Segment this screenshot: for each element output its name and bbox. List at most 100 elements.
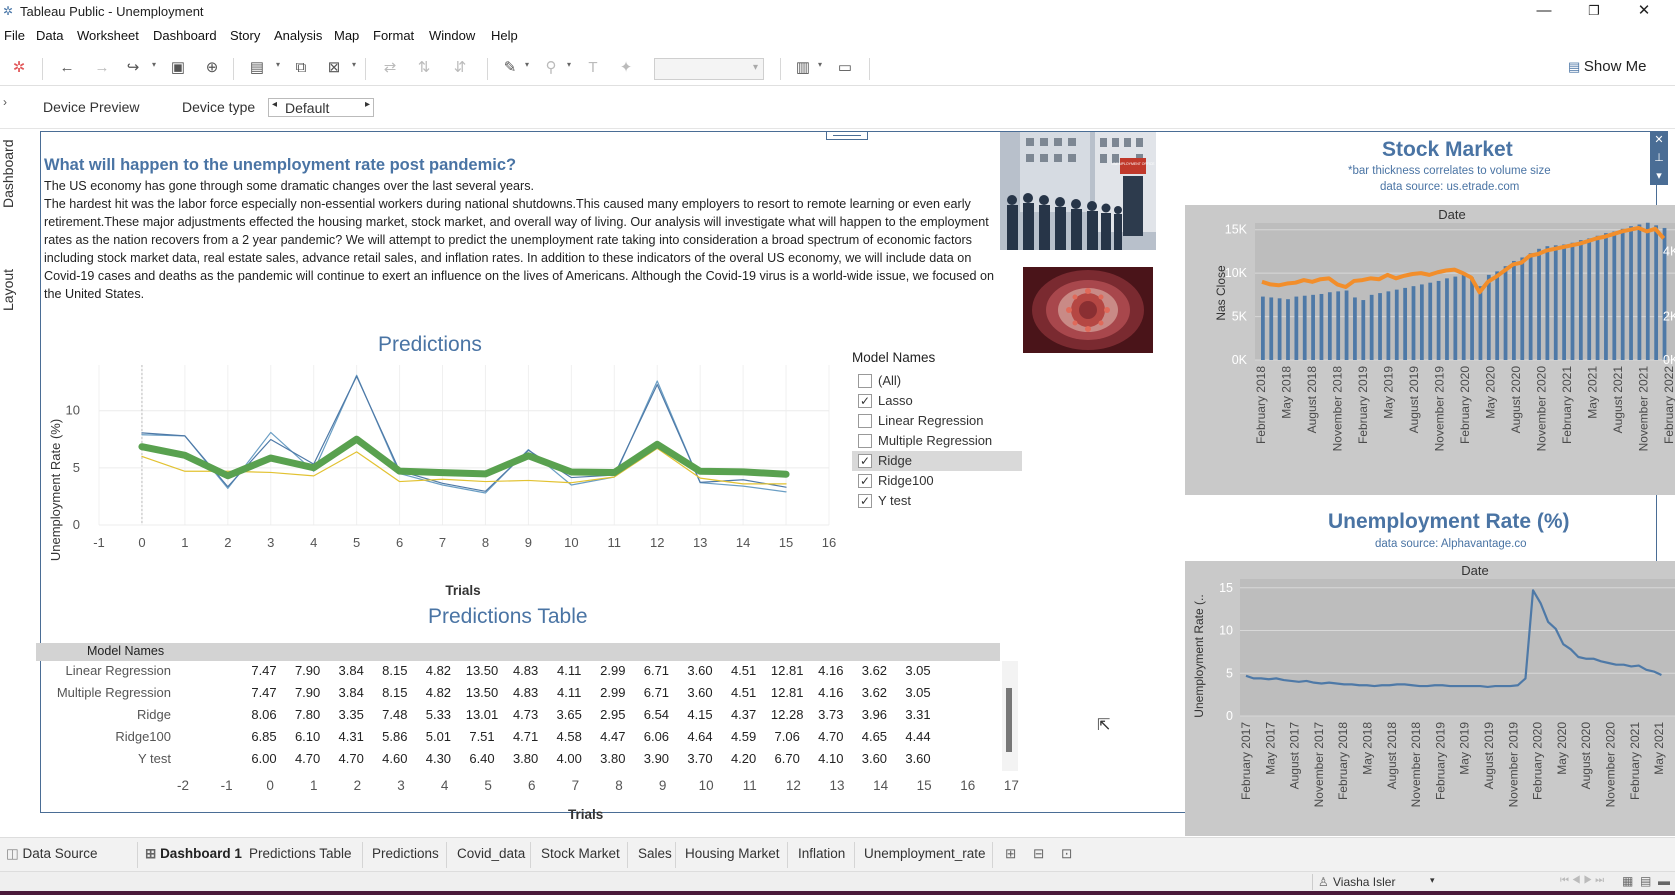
sheet-sorter-icon[interactable]: ▦ xyxy=(1622,874,1633,888)
menu-analysis[interactable]: Analysis xyxy=(274,28,322,43)
tab-unemployment-rate[interactable]: Unemployment_rate xyxy=(864,846,986,861)
duplicate-icon[interactable]: ⧉ xyxy=(291,58,311,78)
menu-window[interactable]: Window xyxy=(429,28,475,43)
tab-dashboard-1[interactable]: ⊞ Dashboard 1 xyxy=(145,846,242,862)
table-cell: 2.95 xyxy=(600,707,626,722)
table-row[interactable]: Linear Regression 7.47 7.90 3.84 8.15 4.82 13.… xyxy=(36,663,1000,685)
checkbox[interactable]: ✓ xyxy=(858,394,872,408)
stock-bar xyxy=(1277,298,1282,360)
tabs-view-icon[interactable]: ▬ xyxy=(1658,874,1670,888)
next-arrow-icon[interactable]: ▸ xyxy=(365,99,370,110)
predictions-table[interactable]: Linear Regression 7.47 7.90 3.84 8.15 4.82 13.… xyxy=(36,661,1000,771)
new-worksheet-tab-icon[interactable]: ⊞ xyxy=(1005,846,1016,862)
prev-arrow-icon[interactable]: ◂ xyxy=(272,99,277,110)
tab-sales[interactable]: Sales xyxy=(638,846,672,861)
menu-worksheet[interactable]: Worksheet xyxy=(77,28,139,43)
undo-icon[interactable]: ← xyxy=(57,58,77,78)
more-options-icon[interactable]: ▾ xyxy=(1650,167,1668,185)
tab-inflation[interactable]: Inflation xyxy=(798,846,845,861)
side-tab-layout[interactable]: Layout xyxy=(0,260,22,320)
legend-item[interactable]: Multiple Regression xyxy=(852,431,1022,451)
user-menu-icon[interactable]: ▾ xyxy=(1430,875,1435,886)
new-dashboard-tab-icon[interactable]: ⊟ xyxy=(1033,846,1044,862)
menu-dashboard[interactable]: Dashboard xyxy=(153,28,217,43)
menu-format[interactable]: Format xyxy=(373,28,414,43)
menu-file[interactable]: File xyxy=(4,28,25,43)
x-tick-label: 2 xyxy=(224,535,231,550)
menu-data[interactable]: Data xyxy=(36,28,63,43)
close-icon[interactable]: ✕ xyxy=(1621,0,1667,24)
legend-item[interactable]: ✓ Lasso xyxy=(852,391,1022,411)
side-tab-dashboard[interactable]: Dashboard xyxy=(0,134,22,214)
table-row[interactable]: Y test 6.00 4.70 4.70 4.60 4.30 6.40 3.80 4.00 3.… xyxy=(36,751,1000,773)
pin-icon[interactable]: ⊥ xyxy=(1650,149,1668,167)
labels-icon[interactable]: T xyxy=(583,58,603,78)
unemployment-chart-panel[interactable]: Date 0 5 10 15 Unemployment Rate (.. February … xyxy=(1185,561,1675,836)
sort-ascending-icon[interactable]: ⇅ xyxy=(414,58,434,78)
legend-item[interactable]: ✓ Ridge100 xyxy=(852,471,1022,491)
group-icon[interactable]: ⚲ xyxy=(541,58,561,78)
unemployment-rate-chart[interactable]: Date 0 5 10 15 Unemployment Rate (.. February … xyxy=(1185,561,1675,836)
filmstrip-icon[interactable]: ▤ xyxy=(1640,874,1651,888)
page-nav-icon[interactable]: ⏮ ◀ ▶ ⏭ xyxy=(1560,875,1604,886)
maximize-icon[interactable]: ❐ xyxy=(1571,0,1617,24)
menu-help[interactable]: Help xyxy=(491,28,518,43)
legend-item[interactable]: (All) xyxy=(852,371,1022,391)
minimize-icon[interactable]: — xyxy=(1521,0,1567,24)
tab-housing-market[interactable]: Housing Market xyxy=(685,846,780,861)
save-icon[interactable]: ▣ xyxy=(168,58,188,78)
clear-sheet-icon[interactable]: ⊠ xyxy=(324,58,344,78)
sort-descending-icon[interactable]: ⇵ xyxy=(450,58,470,78)
fit-dropdown[interactable] xyxy=(654,58,764,80)
pin-icon[interactable]: ✦ xyxy=(616,58,636,78)
row-name: Multiple Regression xyxy=(56,685,171,700)
x-tick-label: August 2018 xyxy=(1305,366,1319,434)
x-tick-label: 5 xyxy=(353,535,360,550)
checkbox[interactable] xyxy=(858,414,872,428)
tab-data-source[interactable]: ◫ Data Source xyxy=(6,846,98,862)
drag-handle-icon[interactable] xyxy=(826,131,868,140)
menu-map[interactable]: Map xyxy=(334,28,359,43)
tableau-logo-icon[interactable]: ✲ xyxy=(9,58,29,78)
legend-item[interactable]: ✓ Y test xyxy=(852,491,1022,511)
user-name[interactable]: Viasha Isler xyxy=(1333,875,1395,889)
new-story-tab-icon[interactable]: ⊡ xyxy=(1061,846,1072,862)
menu-story[interactable]: Story xyxy=(230,28,260,43)
show-cards-icon[interactable]: ▥ xyxy=(793,58,813,78)
legend-item[interactable]: Linear Regression xyxy=(852,411,1022,431)
tab-covid-data[interactable]: Covid_data xyxy=(457,846,525,861)
table-cell: 3.65 xyxy=(556,707,582,722)
replay-icon[interactable]: ↪ xyxy=(123,58,143,78)
legend-item[interactable]: ✓ Ridge xyxy=(852,451,1022,471)
table-cell: 3.31 xyxy=(905,707,931,722)
checkbox[interactable] xyxy=(858,374,872,388)
table-scrollbar-thumb[interactable] xyxy=(1006,688,1012,752)
show-me-button[interactable]: ▤ Show Me xyxy=(1568,58,1646,75)
redo-icon[interactable]: → xyxy=(92,58,112,78)
tableau-app-icon: ✲ xyxy=(3,4,14,18)
remove-icon[interactable]: ✕ xyxy=(1650,131,1668,149)
tab-stock-market[interactable]: Stock Market xyxy=(541,846,620,861)
stock-market-chart[interactable]: Date 0K 5K 10K 15K Nas Close 0K 2K 4K February 20… xyxy=(1185,205,1675,495)
table-row[interactable]: Ridge 8.06 7.80 3.35 7.48 5.33 13.01 4.73 3.65 2.… xyxy=(36,707,1000,729)
expand-panel-icon[interactable]: › xyxy=(3,95,7,109)
toolbar: ✲ ← → ↪ ▾ ▣ ⊕ ▤ ▾ ⧉ ⊠ ▾ ⇄ ⇅ ⇵ ✎ ▾ ⚲ ▾ T … xyxy=(0,50,1675,86)
checkbox[interactable]: ✓ xyxy=(858,474,872,488)
table-row[interactable]: Ridge100 6.85 6.10 4.31 5.86 5.01 7.51 4.71 4.58… xyxy=(36,729,1000,751)
tab-predictions[interactable]: Predictions xyxy=(372,846,439,861)
checkbox[interactable]: ✓ xyxy=(858,494,872,508)
table-cell: 4.37 xyxy=(730,707,757,722)
presentation-icon[interactable]: ▭ xyxy=(835,58,855,78)
checkbox[interactable]: ✓ xyxy=(858,454,872,468)
device-preview-button[interactable]: Device Preview xyxy=(43,99,139,115)
new-datasource-icon[interactable]: ⊕ xyxy=(202,58,222,78)
checkbox[interactable] xyxy=(858,434,872,448)
device-type-select[interactable]: ◂ Default ▸ xyxy=(268,98,374,117)
tab-predictions-table[interactable]: Predictions Table xyxy=(249,846,352,861)
stock-market-chart-panel[interactable]: Date 0K 5K 10K 15K Nas Close 0K 2K 4K February 20… xyxy=(1185,205,1675,495)
table-row[interactable]: Multiple Regression 7.47 7.90 3.84 8.15 4.82 1… xyxy=(36,685,1000,707)
predictions-chart[interactable]: -1 0 1 2 3 4 5 6 7 8 9 10 11 12 13 14 15 16 0510 Unemploy… xyxy=(44,355,844,610)
new-worksheet-icon[interactable]: ▤ xyxy=(247,58,267,78)
swap-icon[interactable]: ⇄ xyxy=(380,58,400,78)
highlight-icon[interactable]: ✎ xyxy=(500,58,520,78)
